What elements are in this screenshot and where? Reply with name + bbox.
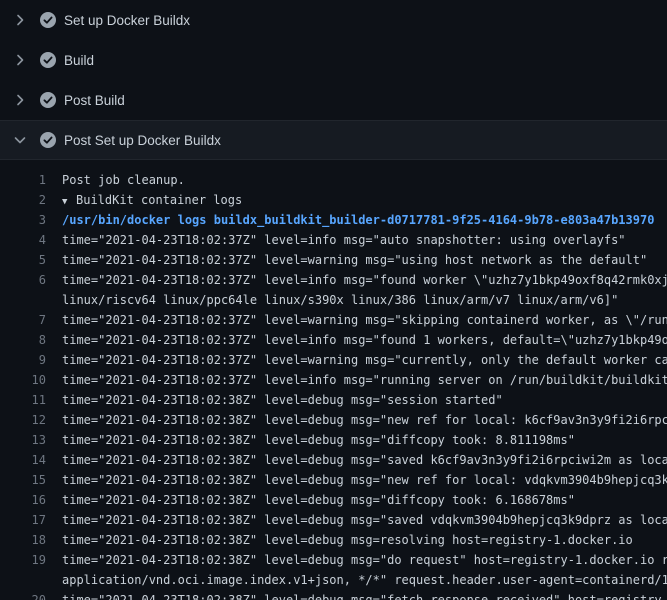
log-line: 9 time="2021-04-23T18:02:37Z" level=warn… xyxy=(12,350,667,370)
line-number[interactable]: 4 xyxy=(12,230,46,250)
line-number[interactable]: 18 xyxy=(12,530,46,550)
line-number[interactable]: 3 xyxy=(12,210,46,230)
line-text: time="2021-04-23T18:02:38Z" level=debug … xyxy=(62,390,503,410)
step-row-post-set-up-docker-buildx[interactable]: Post Set up Docker Buildx xyxy=(0,120,667,160)
step-label: Build xyxy=(64,53,94,68)
check-circle-icon xyxy=(40,92,56,108)
step-label: Post Build xyxy=(64,93,125,108)
line-number[interactable]: 12 xyxy=(12,410,46,430)
actions-log-viewer: Set up Docker Buildx Build Post Build Po… xyxy=(0,0,667,600)
line-number[interactable] xyxy=(12,290,46,310)
log-line: 14 time="2021-04-23T18:02:38Z" level=deb… xyxy=(12,450,667,470)
line-number[interactable]: 8 xyxy=(12,330,46,350)
group-toggle-icon[interactable]: ▼ xyxy=(62,192,76,212)
log-line: 11 time="2021-04-23T18:02:38Z" level=deb… xyxy=(12,390,667,410)
log-lines: 1 Post job cleanup. 2 ▼BuildKit containe… xyxy=(0,160,667,600)
line-text: time="2021-04-23T18:02:37Z" level=warnin… xyxy=(62,350,667,370)
log-line: linux/riscv64 linux/ppc64le linux/s390x … xyxy=(12,290,667,310)
log-line: application/vnd.oci.image.index.v1+json,… xyxy=(12,570,667,590)
log-line: 17 time="2021-04-23T18:02:38Z" level=deb… xyxy=(12,510,667,530)
line-number[interactable]: 7 xyxy=(12,310,46,330)
log-line: 7 time="2021-04-23T18:02:37Z" level=warn… xyxy=(12,310,667,330)
log-line: 8 time="2021-04-23T18:02:37Z" level=info… xyxy=(12,330,667,350)
log-line: 18 time="2021-04-23T18:02:38Z" level=deb… xyxy=(12,530,667,550)
line-number[interactable]: 11 xyxy=(12,390,46,410)
log-line: 1 Post job cleanup. xyxy=(12,170,667,190)
step-label: Post Set up Docker Buildx xyxy=(64,133,221,148)
line-number[interactable]: 15 xyxy=(12,470,46,490)
chevron-right-icon xyxy=(12,52,28,68)
line-number[interactable] xyxy=(12,570,46,590)
line-text: application/vnd.oci.image.index.v1+json,… xyxy=(62,570,667,590)
line-text: time="2021-04-23T18:02:37Z" level=info m… xyxy=(62,370,667,390)
line-text: time="2021-04-23T18:02:38Z" level=debug … xyxy=(62,490,575,510)
line-number[interactable]: 20 xyxy=(12,590,46,600)
log-line: 2 ▼BuildKit container logs xyxy=(12,190,667,210)
line-number[interactable]: 10 xyxy=(12,370,46,390)
step-row-build[interactable]: Build xyxy=(0,40,667,80)
line-number[interactable]: 1 xyxy=(12,170,46,190)
chevron-down-icon xyxy=(12,132,28,148)
log-line: 5 time="2021-04-23T18:02:37Z" level=warn… xyxy=(12,250,667,270)
log-line: 10 time="2021-04-23T18:02:37Z" level=inf… xyxy=(12,370,667,390)
log-line: 15 time="2021-04-23T18:02:38Z" level=deb… xyxy=(12,470,667,490)
line-text: time="2021-04-23T18:02:38Z" level=debug … xyxy=(62,530,633,550)
line-text: time="2021-04-23T18:02:38Z" level=debug … xyxy=(62,470,667,490)
line-text: time="2021-04-23T18:02:37Z" level=warnin… xyxy=(62,310,667,330)
line-text: Post job cleanup. xyxy=(62,170,185,190)
log-line: 4 time="2021-04-23T18:02:37Z" level=info… xyxy=(12,230,667,250)
line-number[interactable]: 17 xyxy=(12,510,46,530)
line-text: time="2021-04-23T18:02:38Z" level=debug … xyxy=(62,450,667,470)
chevron-right-icon xyxy=(12,12,28,28)
line-number[interactable]: 6 xyxy=(12,270,46,290)
line-number[interactable]: 14 xyxy=(12,450,46,470)
log-line: 12 time="2021-04-23T18:02:38Z" level=deb… xyxy=(12,410,667,430)
line-text: ▼BuildKit container logs xyxy=(62,190,242,210)
line-number[interactable]: 5 xyxy=(12,250,46,270)
step-row-set-up-docker-buildx[interactable]: Set up Docker Buildx xyxy=(0,0,667,40)
check-circle-icon xyxy=(40,52,56,68)
line-text: time="2021-04-23T18:02:37Z" level=info m… xyxy=(62,230,626,250)
line-text: linux/riscv64 linux/ppc64le linux/s390x … xyxy=(62,290,618,310)
line-number[interactable]: 9 xyxy=(12,350,46,370)
line-text: time="2021-04-23T18:02:37Z" level=warnin… xyxy=(62,250,647,270)
step-label: Set up Docker Buildx xyxy=(64,13,190,28)
log-line: 19 time="2021-04-23T18:02:38Z" level=deb… xyxy=(12,550,667,570)
chevron-right-icon xyxy=(12,92,28,108)
line-text: time="2021-04-23T18:02:38Z" level=debug … xyxy=(62,430,575,450)
line-text: time="2021-04-23T18:02:38Z" level=debug … xyxy=(62,510,667,530)
line-text: time="2021-04-23T18:02:38Z" level=debug … xyxy=(62,550,667,570)
check-circle-icon xyxy=(40,132,56,148)
line-text: time="2021-04-23T18:02:37Z" level=info m… xyxy=(62,330,667,350)
log-line: 13 time="2021-04-23T18:02:38Z" level=deb… xyxy=(12,430,667,450)
line-number[interactable]: 19 xyxy=(12,550,46,570)
line-number[interactable]: 13 xyxy=(12,430,46,450)
log-line: 3 /usr/bin/docker logs buildx_buildkit_b… xyxy=(12,210,667,230)
line-text: time="2021-04-23T18:02:37Z" level=info m… xyxy=(62,270,667,290)
check-circle-icon xyxy=(40,12,56,28)
step-row-post-build[interactable]: Post Build xyxy=(0,80,667,120)
line-number[interactable]: 2 xyxy=(12,190,46,210)
line-text: time="2021-04-23T18:02:38Z" level=debug … xyxy=(62,410,667,430)
line-text: /usr/bin/docker logs buildx_buildkit_bui… xyxy=(62,210,654,230)
log-line: 6 time="2021-04-23T18:02:37Z" level=info… xyxy=(12,270,667,290)
line-number[interactable]: 16 xyxy=(12,490,46,510)
line-text: time="2021-04-23T18:02:38Z" level=debug … xyxy=(62,590,662,600)
log-line: 16 time="2021-04-23T18:02:38Z" level=deb… xyxy=(12,490,667,510)
log-line: 20 time="2021-04-23T18:02:38Z" level=deb… xyxy=(12,590,667,600)
